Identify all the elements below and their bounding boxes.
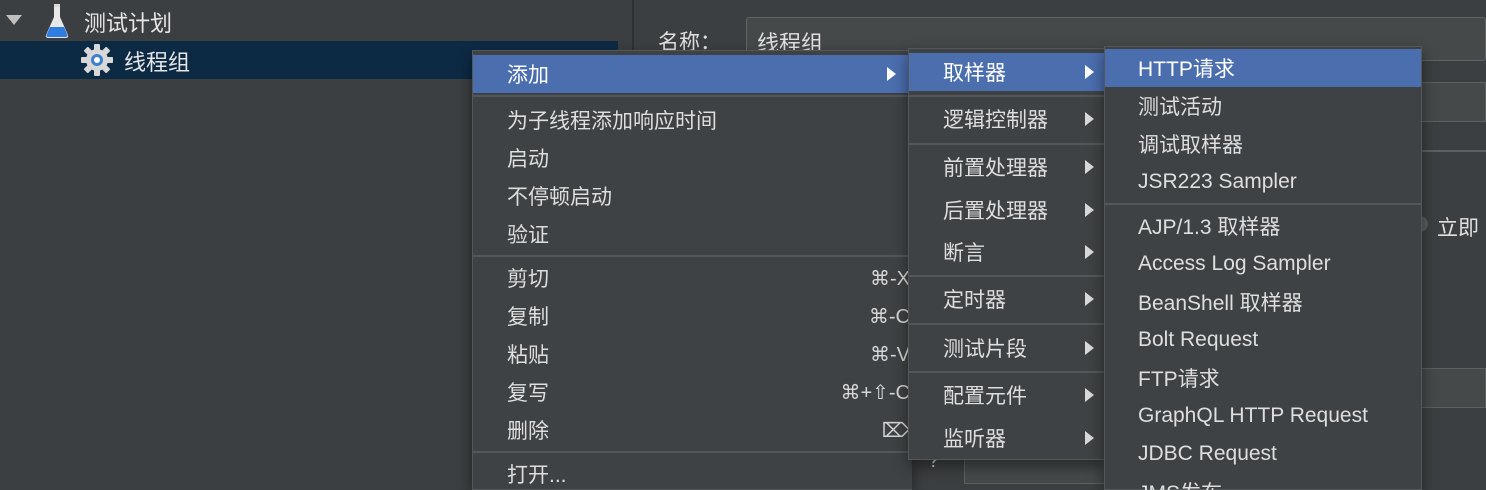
flask-icon: [45, 4, 69, 38]
menu-item-paste[interactable]: 粘贴 ⌘-V: [473, 335, 912, 373]
menu-item-http-request[interactable]: HTTP请求: [1105, 49, 1421, 87]
submenu-arrow-icon: [1085, 65, 1094, 79]
menu-item-delete[interactable]: 删除 ⌦: [473, 411, 912, 449]
menu-item-logic-controller[interactable]: 逻辑控制器: [909, 100, 1105, 138]
submenu-arrow-icon: [1085, 203, 1094, 217]
tree-item-test-plan[interactable]: 测试计划: [0, 2, 618, 40]
menu-item-validate[interactable]: 验证: [473, 215, 912, 253]
submenu-arrow-icon: [1085, 292, 1094, 306]
menu-item-listener[interactable]: 监听器: [909, 419, 1105, 457]
menu-item-add[interactable]: 添加: [473, 55, 912, 93]
menu-item-cut[interactable]: 剪切 ⌘-X: [473, 259, 912, 297]
menu-separator: [473, 451, 912, 453]
shortcut-label: ⌘-C: [868, 305, 910, 328]
menu-item-ftp-request[interactable]: FTP请求: [1105, 359, 1421, 397]
menu-item-jms-publisher[interactable]: JMS发布: [1105, 473, 1421, 490]
menu-separator: [909, 371, 1105, 373]
menu-item-test-fragment[interactable]: 测试片段: [909, 329, 1105, 367]
add-submenu: 取样器 逻辑控制器 前置处理器 后置处理器 断言 定时器 测试片段 配置元件 监…: [908, 48, 1106, 460]
menu-item-access-log-sampler[interactable]: Access Log Sampler: [1105, 245, 1421, 283]
menu-item-jdbc-request[interactable]: JDBC Request: [1105, 435, 1421, 473]
menu-item-bolt-request[interactable]: Bolt Request: [1105, 321, 1421, 359]
menu-item-duplicate[interactable]: 复写 ⌘+⇧-C: [473, 373, 912, 411]
submenu-arrow-icon: [1085, 160, 1094, 174]
gear-icon: [81, 44, 113, 76]
shortcut-label: ⌘+⇧-C: [840, 381, 910, 404]
menu-item-beanshell-sampler[interactable]: BeanShell 取样器: [1105, 283, 1421, 321]
menu-item-config-element[interactable]: 配置元件: [909, 376, 1105, 414]
menu-item-test-action[interactable]: 测试活动: [1105, 87, 1421, 125]
menu-item-copy[interactable]: 复制 ⌘-C: [473, 297, 912, 335]
menu-item-jsr223-sampler[interactable]: JSR223 Sampler: [1105, 163, 1421, 201]
menu-item-pre-processor[interactable]: 前置处理器: [909, 148, 1105, 186]
submenu-arrow-icon: [1085, 388, 1094, 402]
menu-item-timer[interactable]: 定时器: [909, 280, 1105, 318]
tree-item-label: 测试计划: [84, 11, 173, 36]
submenu-arrow-icon: [1085, 341, 1094, 355]
menu-item-assertion[interactable]: 断言: [909, 233, 1105, 271]
menu-separator: [909, 143, 1105, 145]
shortcut-label: ⌘-V: [870, 343, 910, 366]
menu-separator: [909, 95, 1105, 97]
menu-item-sampler[interactable]: 取样器: [909, 53, 1105, 91]
submenu-arrow-icon: [1085, 431, 1094, 445]
submenu-arrow-icon: [887, 67, 896, 81]
immediate-stop-label: 立即: [1437, 217, 1479, 240]
menu-item-open[interactable]: 打开...: [473, 455, 912, 490]
menu-item-post-processor[interactable]: 后置处理器: [909, 191, 1105, 229]
menu-item-graphql-request[interactable]: GraphQL HTTP Request: [1105, 397, 1421, 435]
tree-item-label: 线程组: [124, 50, 191, 75]
menu-item-ajp-sampler[interactable]: AJP/1.3 取样器: [1105, 207, 1421, 245]
context-menu: 添加 为子线程添加响应时间 启动 不停顿启动 验证 剪切 ⌘-X 复制 ⌘-C …: [472, 50, 912, 490]
menu-separator: [473, 95, 912, 97]
sampler-submenu: HTTP请求 测试活动 调试取样器 JSR223 Sampler AJP/1.3…: [1104, 46, 1422, 490]
menu-separator: [1105, 203, 1421, 205]
shortcut-label: ⌘-X: [870, 267, 910, 290]
menu-item-debug-sampler[interactable]: 调试取样器: [1105, 125, 1421, 163]
submenu-arrow-icon: [1085, 112, 1094, 126]
submenu-arrow-icon: [1085, 245, 1094, 259]
delete-key-icon: ⌦: [881, 419, 910, 442]
menu-item-start[interactable]: 启动: [473, 139, 912, 177]
expand-triangle-icon[interactable]: [6, 15, 22, 25]
menu-separator: [909, 323, 1105, 325]
menu-separator: [473, 255, 912, 257]
menu-separator: [909, 275, 1105, 277]
menu-item-start-no-pause[interactable]: 不停顿启动: [473, 177, 912, 215]
menu-item-add-response-time[interactable]: 为子线程添加响应时间: [473, 101, 912, 139]
